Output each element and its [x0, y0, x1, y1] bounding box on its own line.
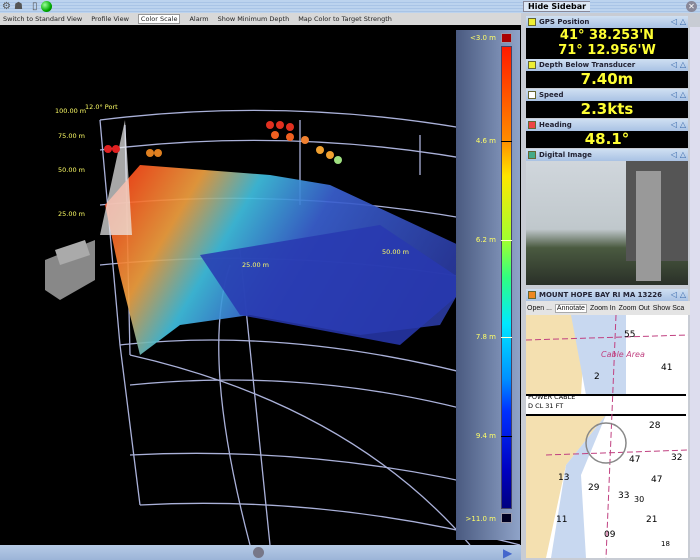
legend-label: 9.4 m	[475, 432, 496, 440]
3d-scene	[45, 109, 521, 545]
sounding: 47	[629, 455, 641, 465]
sounding: 21	[646, 515, 658, 525]
sounding: 11	[556, 515, 568, 525]
menu-show-minimum-depth[interactable]: Show Minimum Depth	[218, 15, 290, 23]
panel-controls-icon: ◁ △	[670, 290, 686, 299]
gps-value: 41° 38.253'N 71° 12.956'W	[526, 28, 688, 59]
cable-area-label: Cable Area	[601, 350, 645, 359]
boat-icon	[45, 240, 95, 300]
range-label: 75.00 m	[58, 132, 86, 140]
legend-label: <3.0 m	[469, 34, 496, 42]
panel-title: Depth Below Transducer	[539, 61, 636, 69]
image-panel-header[interactable]: Digital Image ◁ △	[526, 149, 688, 161]
longitude: 71° 12.956'W	[558, 43, 656, 58]
nautical-chart[interactable]: 55 Cable Area 41 2 POWER CABLE D CL 31 F…	[526, 315, 688, 558]
floor-label: 25.00 m	[242, 261, 270, 269]
profile-icon[interactable]: ☗	[14, 1, 25, 12]
sounding: 13	[558, 473, 570, 483]
menu-profile-view[interactable]: Profile View	[91, 15, 129, 23]
sounding: 41	[661, 363, 673, 373]
gps-icon	[528, 18, 536, 26]
top-toolbar: ⚙ ☗ ▯ Hide Sidebar ✕	[0, 0, 700, 13]
sounding: 55	[624, 330, 636, 340]
close-icon[interactable]: ✕	[686, 1, 697, 12]
range-label: 50.00 m	[58, 166, 86, 174]
sounding: 18	[661, 540, 670, 548]
depth-value: 7.40m	[526, 71, 688, 88]
shallow-color-swatch[interactable]	[501, 33, 512, 43]
play-icon[interactable]: ▶	[503, 546, 512, 560]
hide-sidebar-button[interactable]: Hide Sidebar	[523, 1, 591, 12]
sounding: 32	[671, 453, 683, 463]
sounding: 29	[588, 483, 600, 493]
image-icon	[528, 151, 536, 159]
compass-icon	[528, 121, 536, 129]
gps-panel-header[interactable]: GPS Position ◁ △	[526, 16, 688, 28]
menu-switch-standard-view[interactable]: Switch to Standard View	[3, 15, 82, 23]
speed-value: 2.3kts	[526, 101, 688, 118]
cable-depth-label: D CL 31 FT	[528, 402, 564, 410]
panel-controls-icon: ◁ △	[670, 60, 686, 69]
rotate-handle-icon[interactable]	[253, 547, 264, 558]
depth-icon	[528, 61, 536, 69]
panel-controls-icon: ◁ △	[670, 17, 686, 26]
sounding: 33	[618, 491, 630, 501]
legend-label: 6.2 m	[475, 236, 496, 244]
legend-label: 7.8 m	[475, 333, 496, 341]
show-scale-button[interactable]: Show Sca	[653, 305, 685, 312]
bottom-bar: ▶	[0, 545, 521, 560]
chart-toolbar: Open ... Annotate Zoom In Zoom Out Show …	[526, 301, 690, 315]
menu-alarm[interactable]: Alarm	[189, 15, 208, 23]
color-scale-bar	[501, 46, 512, 509]
view-menu: Switch to Standard View Profile View Col…	[0, 13, 521, 25]
power-cable-label: POWER CABLE	[528, 393, 576, 401]
panel-controls-icon: ◁ △	[670, 150, 686, 159]
3d-sonar-view[interactable]: 100.00 m 12.0° Port 75.00 m 50.00 m 25.0…	[0, 25, 521, 545]
legend-label: >11.0 m	[465, 515, 497, 523]
annotate-button[interactable]: Annotate	[554, 303, 587, 313]
chart-panel-header[interactable]: MOUNT HOPE BAY RI MA 13226 ◁ △	[526, 289, 688, 301]
sidebar: GPS Position ◁ △ 41° 38.253'N 71° 12.956'W…	[522, 13, 700, 560]
sounding: 2	[594, 372, 600, 382]
chart-icon	[528, 291, 536, 299]
panel-title: Speed	[539, 91, 564, 99]
open-button[interactable]: Open ...	[527, 305, 552, 312]
range-label: 100.00 m	[55, 107, 87, 115]
fish-targets	[104, 121, 342, 164]
panel-title: Heading	[539, 121, 572, 129]
menu-map-color-target-strength[interactable]: Map Color to Target Strength	[298, 15, 392, 23]
gear-icon[interactable]: ⚙	[2, 1, 13, 12]
zoom-in-button[interactable]: Zoom In	[590, 305, 616, 312]
deep-color-swatch[interactable]	[501, 513, 512, 523]
sidebar-scrollbar[interactable]	[690, 27, 700, 557]
depth-color-legend: <3.0 m 4.6 m 6.2 m 7.8 m 9.4 m >11.0 m	[456, 30, 520, 540]
range-label: 25.00 m	[58, 210, 86, 218]
heading-value: 48.1°	[526, 131, 688, 148]
panel-controls-icon: ◁ △	[670, 120, 686, 129]
sounding: 09	[604, 530, 616, 540]
speed-icon	[528, 91, 536, 99]
panel-controls-icon: ◁ △	[670, 90, 686, 99]
panel-title: GPS Position	[539, 18, 590, 26]
floor-label: 50.00 m	[382, 248, 410, 256]
menu-color-scale[interactable]: Color Scale	[137, 14, 181, 24]
status-green-icon[interactable]	[41, 1, 52, 12]
sounding: 28	[649, 421, 661, 431]
zoom-out-button[interactable]: Zoom Out	[619, 305, 650, 312]
digital-image	[526, 161, 688, 285]
sounding: 30	[634, 495, 645, 504]
panel-title: Digital Image	[539, 151, 592, 159]
legend-label: 4.6 m	[475, 137, 496, 145]
sounding: 47	[651, 475, 663, 485]
panel-title: MOUNT HOPE BAY RI MA 13226	[539, 291, 663, 299]
latitude: 41° 38.253'N	[559, 28, 655, 43]
angle-label: 12.0° Port	[85, 103, 118, 111]
